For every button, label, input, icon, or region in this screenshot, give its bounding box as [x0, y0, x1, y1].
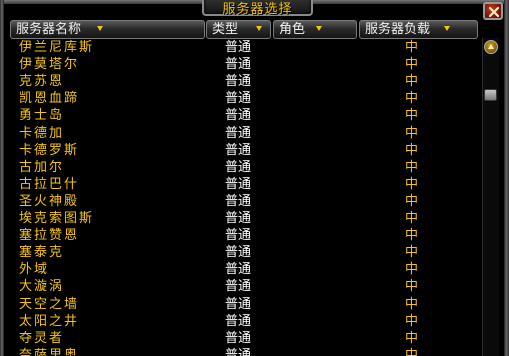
server-type: 普通 [225, 108, 252, 124]
server-name: 奈萨里奥 [19, 347, 80, 356]
server-name: 塞拉赞恩 [19, 228, 80, 244]
server-row[interactable]: 古拉巴什 普通 中 [10, 176, 480, 193]
server-type: 普通 [225, 142, 252, 158]
column-header-label: 角色 [279, 22, 306, 37]
title-plaque: 服务器选择 [202, 0, 313, 17]
server-load: 中 [405, 211, 419, 226]
server-name: 大漩涡 [19, 279, 65, 295]
server-type: 普通 [225, 176, 252, 192]
server-row[interactable]: 塞泰克 普通 中 [10, 244, 480, 261]
server-row[interactable]: 勇士岛 普通 中 [10, 107, 480, 124]
server-name: 伊莫塔尔 [19, 57, 80, 73]
server-row[interactable]: 太阳之井 普通 中 [10, 313, 480, 330]
server-type: 普通 [225, 193, 252, 209]
server-type: 普通 [225, 347, 252, 356]
server-name: 古加尔 [19, 159, 65, 175]
server-type: 普通 [225, 279, 252, 295]
window-border-right [504, 0, 509, 356]
server-name: 埃克索图斯 [19, 211, 95, 226]
server-type: 普通 [225, 330, 252, 346]
server-type: 普通 [225, 57, 252, 73]
server-type: 普通 [225, 40, 252, 55]
server-load: 中 [405, 245, 419, 261]
server-row[interactable]: 大漩涡 普通 中 [10, 278, 480, 295]
server-name: 夺灵者 [19, 330, 65, 346]
server-list: 伊兰尼库斯 普通中伊莫塔尔 普通中克苏恩 普通中凯恩血蹄 普通中勇士岛 普通中卡德加 普通中… [10, 39, 480, 356]
server-name: 太阳之井 [19, 313, 80, 329]
server-load: 中 [405, 91, 419, 107]
server-name: 凯恩血蹄 [19, 91, 80, 107]
server-name: 勇士岛 [19, 108, 65, 124]
column-header-label: 服务器负载 [365, 22, 431, 37]
server-row[interactable]: 古加尔 普通 中 [10, 159, 480, 176]
window-title: 服务器选择 [222, 2, 293, 17]
server-type: 普通 [225, 296, 252, 312]
server-name: 卡德加 [19, 125, 65, 141]
sort-arrow-icon [97, 26, 103, 31]
server-load: 中 [405, 330, 419, 346]
server-name: 卡德罗斯 [19, 142, 80, 158]
server-type: 普通 [225, 74, 252, 90]
server-load: 中 [405, 125, 419, 141]
server-select-window: 服务器选择 服务器名称 类型 角色 服务器负载 伊兰尼库斯 普通中伊莫塔尔 普通中克… [0, 0, 509, 356]
server-load: 中 [405, 176, 419, 192]
column-header-role[interactable]: 角色 [273, 20, 357, 39]
column-header-label: 服务器名称 [16, 22, 82, 37]
server-load: 中 [405, 262, 419, 278]
sort-arrow-icon [256, 26, 262, 31]
server-type: 普通 [225, 245, 252, 261]
server-row[interactable]: 奈萨里奥 普通 中 [10, 347, 480, 356]
server-load: 中 [405, 159, 419, 175]
server-load: 中 [405, 296, 419, 312]
server-name: 圣火神殿 [19, 193, 80, 209]
window-border-left [0, 0, 4, 356]
server-load: 中 [405, 313, 419, 329]
server-row[interactable]: 外域 普通 中 [10, 261, 480, 278]
server-row[interactable]: 卡德罗斯 普通 中 [10, 142, 480, 159]
server-row[interactable]: 圣火神殿 普通 中 [10, 193, 480, 210]
server-type: 普通 [225, 262, 252, 278]
server-load: 中 [405, 57, 419, 73]
server-load: 中 [405, 347, 419, 356]
column-header-server-name[interactable]: 服务器名称 [10, 20, 205, 39]
server-row[interactable]: 克苏恩 普通 中 [10, 73, 480, 90]
close-button[interactable] [483, 2, 503, 20]
server-load: 中 [405, 279, 419, 295]
server-type: 普通 [225, 313, 252, 329]
server-row[interactable]: 伊莫塔尔 普通 中 [10, 56, 480, 73]
server-type: 普通 [225, 159, 252, 175]
server-name: 伊兰尼库斯 [19, 40, 95, 55]
server-row[interactable]: 塞拉赞恩 普通 中 [10, 227, 480, 244]
server-type: 普通 [225, 91, 252, 107]
server-name: 塞泰克 [19, 245, 65, 261]
server-row[interactable]: 天空之墙 普通 中 [10, 296, 480, 313]
server-name: 外域 [19, 262, 50, 278]
server-row[interactable]: 夺灵者 普通 中 [10, 330, 480, 347]
sort-arrow-icon [316, 26, 322, 31]
server-load: 中 [405, 142, 419, 158]
server-row[interactable]: 卡德加 普通 中 [10, 125, 480, 142]
column-header-type[interactable]: 类型 [206, 20, 271, 39]
server-name: 天空之墙 [19, 296, 80, 312]
server-row[interactable]: 伊兰尼库斯 普通 中 [10, 39, 480, 56]
server-load: 中 [405, 74, 419, 90]
scrollbar[interactable] [482, 38, 499, 356]
server-load: 中 [405, 193, 419, 209]
sort-arrow-icon [444, 26, 450, 31]
server-load: 中 [405, 40, 419, 55]
scroll-thumb[interactable] [484, 89, 497, 101]
scroll-up-arrow-icon[interactable] [484, 40, 498, 54]
server-name: 古拉巴什 [19, 176, 80, 192]
server-type: 普通 [225, 125, 252, 141]
close-icon [488, 6, 500, 18]
server-name: 克苏恩 [19, 74, 65, 90]
column-header-load[interactable]: 服务器负载 [359, 20, 478, 39]
server-type: 普通 [225, 211, 252, 226]
server-row[interactable]: 凯恩血蹄 普通 中 [10, 90, 480, 107]
server-load: 中 [405, 108, 419, 124]
server-row[interactable]: 埃克索图斯 普通 中 [10, 210, 480, 227]
column-header-label: 类型 [212, 22, 239, 37]
server-load: 中 [405, 228, 419, 244]
server-type: 普通 [225, 228, 252, 244]
